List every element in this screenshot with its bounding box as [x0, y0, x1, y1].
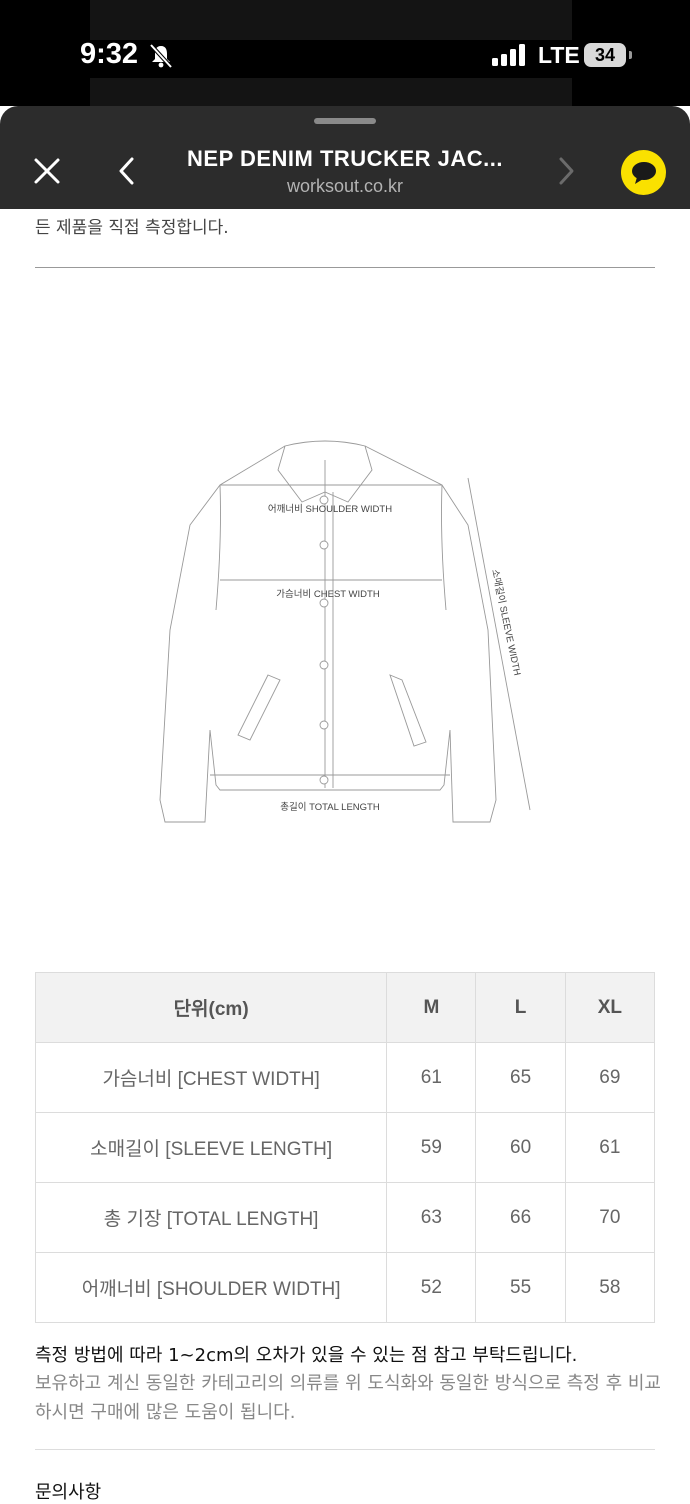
inquiry-heading[interactable]: 문의사항 — [35, 1478, 101, 1504]
network-label: LTE — [538, 42, 580, 68]
table-cell: 65 — [475, 1042, 566, 1113]
table-header-row: 단위(cm) M L XL — [34, 972, 656, 1043]
page-domain: worksout.co.kr — [286, 176, 404, 196]
table-cell: 61 — [386, 1042, 477, 1113]
table-cell: 60 — [475, 1112, 566, 1183]
kakaotalk-share-button[interactable] — [621, 150, 666, 195]
browser-sheet-header: NEP DENIM TRUCKER JAC... worksout.co.kr — [0, 106, 690, 209]
table-header: 단위(cm) — [34, 972, 388, 1043]
table-cell: 69 — [564, 1042, 656, 1113]
background-page-text — [90, 0, 572, 40]
size-table: 단위(cm) M L XL 가슴너비 [CHEST WIDTH] 61 65 6… — [34, 972, 656, 1323]
table-cell: 어깨너비 [SHOULDER WIDTH] — [34, 1252, 388, 1323]
bell-slash-icon — [148, 43, 174, 73]
table-cell: 52 — [386, 1252, 477, 1323]
diagram-label-total: 총길이 TOTAL LENGTH — [280, 801, 380, 813]
status-bar: 9:32 LTE 34 — [0, 0, 690, 106]
table-row: 어깨너비 [SHOULDER WIDTH] 52 55 58 — [34, 1252, 656, 1323]
measurement-note: 측정 방법에 따라 1~2cm의 오차가 있을 수 있는 점 참고 부탁드립니다… — [35, 1345, 578, 1366]
page-title: NEP DENIM TRUCKER JAC... — [187, 146, 503, 171]
table-cell: 61 — [564, 1112, 656, 1183]
table-cell: 소매길이 [SLEEVE LENGTH] — [34, 1112, 388, 1183]
diagram-label-chest: 가슴너비 CHEST WIDTH — [276, 589, 380, 600]
table-row: 가슴너비 [CHEST WIDTH] 61 65 69 — [34, 1042, 656, 1113]
signal-icon — [492, 44, 526, 70]
divider — [35, 267, 655, 268]
measurement-tip: 보유하고 계신 동일한 카테고리의 의류를 위 도식화와 동일한 방식으로 측정… — [35, 1373, 661, 1423]
table-cell: 70 — [564, 1182, 656, 1253]
close-icon[interactable] — [32, 156, 62, 190]
table-header: XL — [564, 972, 656, 1043]
chat-bubble-icon — [632, 162, 656, 184]
table-row: 소매길이 [SLEEVE LENGTH] 59 60 61 — [34, 1112, 656, 1183]
table-cell: 가슴너비 [CHEST WIDTH] — [34, 1042, 388, 1113]
drag-handle[interactable] — [314, 118, 376, 124]
intro-text: 든 제품을 직접 측정합니다. — [35, 218, 229, 238]
table-header: M — [386, 972, 477, 1043]
diagram-label-sleeve: 소매길이 SLEEVE WIDTH — [489, 568, 523, 677]
status-time: 9:32 — [80, 38, 139, 70]
table-row: 총 기장 [TOTAL LENGTH] 63 66 70 — [34, 1182, 656, 1253]
jacket-measurement-diagram: 어깨너비 SHOULDER WIDTH 가슴너비 CHEST WIDTH 총길이… — [159, 440, 531, 823]
battery-cap — [629, 51, 632, 59]
table-cell: 66 — [475, 1182, 566, 1253]
diagram-label-shoulder: 어깨너비 SHOULDER WIDTH — [268, 503, 392, 515]
divider — [35, 1449, 655, 1450]
table-cell: 55 — [475, 1252, 566, 1323]
table-cell: 총 기장 [TOTAL LENGTH] — [34, 1182, 388, 1253]
back-icon[interactable] — [116, 156, 138, 190]
table-cell: 59 — [386, 1112, 477, 1183]
background-page-text — [90, 78, 572, 106]
table-cell: 63 — [386, 1182, 477, 1253]
battery-indicator: 34 — [584, 43, 626, 67]
forward-icon[interactable] — [556, 156, 578, 190]
table-cell: 58 — [564, 1252, 656, 1323]
table-header: L — [475, 972, 566, 1043]
